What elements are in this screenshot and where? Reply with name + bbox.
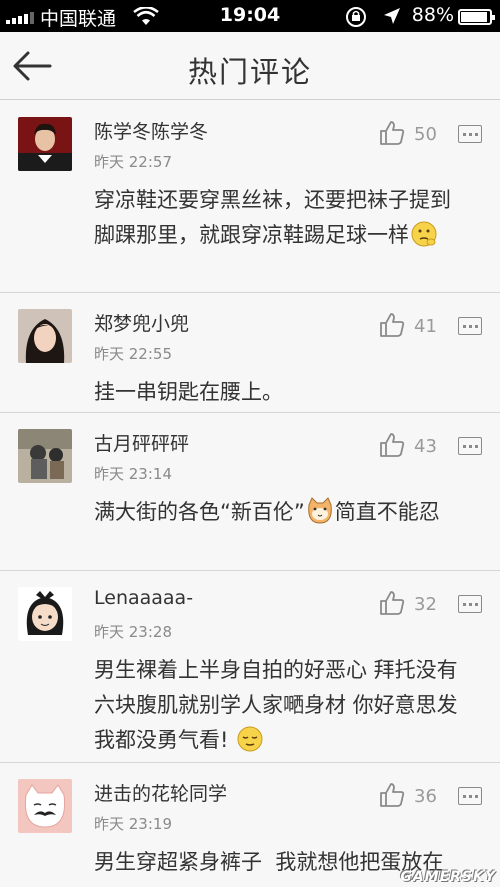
like-count: 32 [414,594,437,615]
like-count: 50 [414,124,437,145]
comment-username[interactable]: 陈学冬陈学冬 [94,117,208,144]
comment-username[interactable]: Lenaaaaa- [94,587,193,609]
location-icon [384,8,400,24]
comment-item: 古月砰砰砰 昨天 23:14 43 满大街的各色“新百伦” 简直不能忍 [0,413,500,571]
comment-item: 陈学冬陈学冬 昨天 22:57 50 穿凉鞋还要穿黑丝袜，还要把袜子提到脚踝那里… [0,101,500,293]
comment-list: 陈学冬陈学冬 昨天 22:57 50 穿凉鞋还要穿黑丝袜，还要把袜子提到脚踝那里… [0,101,500,887]
comment-item: 郑梦兜小兜 昨天 22:55 41 挂一串钥匙在腰上。 [0,293,500,413]
like-count: 41 [414,316,437,337]
comment-username[interactable]: 郑梦兜小兜 [94,309,189,336]
comment-time: 昨天 23:14 [94,465,172,483]
cat-face-emoji-icon [308,497,332,524]
more-options-button[interactable] [458,125,482,143]
battery-percentage: 88% [411,4,454,26]
like-count: 43 [414,436,437,457]
avatar[interactable] [18,779,72,833]
thinking-emoji-icon [411,221,437,247]
nav-bar: 热门评论 [0,32,500,100]
comment-text: 穿凉鞋还要穿黑丝袜，还要把袜子提到脚踝那里，就跟穿凉鞋踢足球一样 [94,188,451,247]
avatar[interactable] [18,117,72,171]
thumbs-up-icon [380,591,405,615]
rotation-lock-icon [346,7,366,27]
like-count: 36 [414,786,437,807]
comment-time: 昨天 23:19 [94,815,172,833]
thumbs-up-icon [380,433,405,457]
thumbs-up-icon [380,121,405,145]
more-options-button[interactable] [458,317,482,335]
like-button[interactable]: 50 [378,119,438,149]
comment-username[interactable]: 进击的花轮同学 [94,779,227,806]
avatar[interactable] [18,587,72,641]
comment-time: 昨天 23:28 [94,623,172,641]
avatar[interactable] [18,429,72,483]
comment-text: 挂一串钥匙在腰上。 [94,380,283,404]
avatar[interactable] [18,309,72,363]
watermark: GAMERSKY [400,869,496,885]
page-title: 热门评论 [187,55,312,89]
like-button[interactable]: 36 [378,781,438,811]
more-options-button[interactable] [458,437,482,455]
comment-time: 昨天 22:57 [94,153,172,171]
thumbs-up-icon [380,313,405,337]
like-button[interactable]: 43 [378,431,438,461]
battery-icon [458,9,495,25]
comment-text: 男生裸着上半身自拍的好恶心 拜托没有六块腹肌就别学人家嗮身材 你好意思发 我都没… [94,658,458,752]
thumbs-up-icon [380,783,405,807]
more-options-button[interactable] [458,595,482,613]
comment-time: 昨天 22:55 [94,345,172,363]
relieved-emoji-icon [237,726,263,752]
like-button[interactable]: 41 [378,311,438,341]
comment-text: 满大街的各色“新百伦” 简直不能忍 [94,495,464,530]
status-bar: 中国联通 19:04 88% [0,0,500,32]
comment-username[interactable]: 古月砰砰砰 [94,429,189,456]
like-button[interactable]: 32 [378,589,438,619]
more-options-button[interactable] [458,787,482,805]
comment-item: Lenaaaaa- 昨天 23:28 32 男生裸着上半身自拍的好恶心 拜托没有… [0,571,500,763]
